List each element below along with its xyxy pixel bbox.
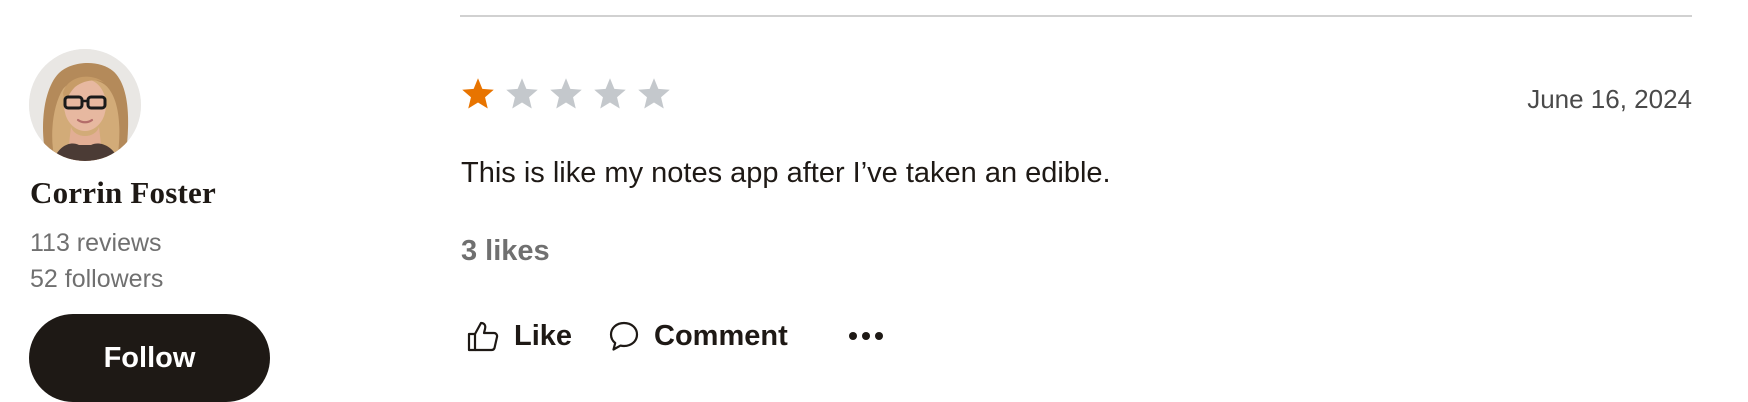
review-text: This is like my notes app after I’ve tak…: [461, 157, 1111, 189]
follow-button-label: Follow: [103, 341, 196, 374]
star-filled-icon: [462, 78, 494, 109]
reviewer-followers-count: 52 followers: [30, 265, 164, 293]
star-rating: [460, 76, 672, 112]
follow-button[interactable]: Follow: [29, 314, 270, 402]
reviewer-name[interactable]: Corrin Foster: [30, 175, 216, 211]
thumbs-up-icon: [467, 321, 499, 352]
star-empty-icon: [638, 78, 670, 109]
comment-label: Comment: [654, 319, 788, 352]
speech-bubble-icon: [609, 321, 639, 351]
star-empty-icon: [594, 78, 626, 109]
avatar[interactable]: [29, 49, 141, 161]
more-options-button[interactable]: [846, 322, 886, 350]
top-divider: [460, 15, 1692, 17]
star-empty-icon: [550, 78, 582, 109]
like-button[interactable]: Like: [466, 314, 572, 358]
star-empty-icon: [506, 78, 538, 109]
more-dots-icon: [849, 332, 883, 340]
comment-button[interactable]: Comment: [608, 314, 788, 358]
review-date: June 16, 2024: [1527, 84, 1692, 114]
like-label: Like: [514, 319, 573, 352]
reviewer-reviews-count: 113 reviews: [30, 229, 162, 257]
likes-count[interactable]: 3 likes: [461, 235, 550, 268]
avatar-photo-icon: [29, 49, 141, 161]
